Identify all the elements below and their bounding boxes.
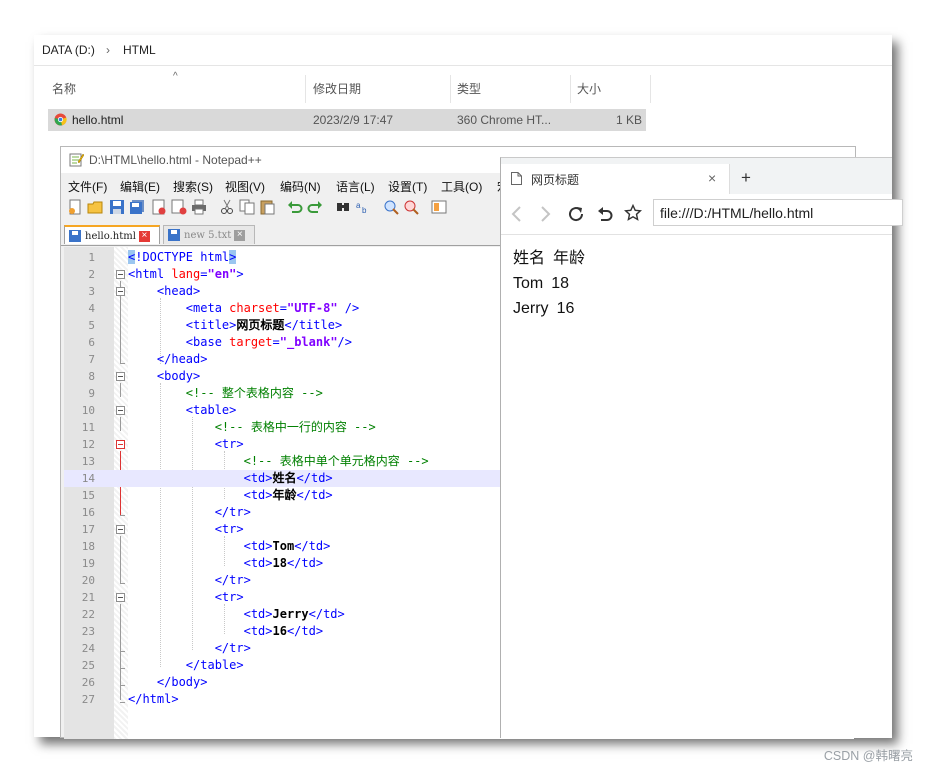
tab-new-5[interactable]: new 5.txt ×: [163, 225, 255, 244]
file-type: 360 Chrome HT...: [457, 113, 552, 127]
table-cell: 18: [551, 275, 570, 292]
back-icon[interactable]: [510, 206, 524, 222]
column-modified[interactable]: 修改日期: [307, 75, 451, 103]
page-icon: [511, 172, 522, 185]
file-size: 1 KB: [616, 113, 643, 127]
close-all-icon[interactable]: [171, 199, 187, 215]
tab-close-icon[interactable]: ×: [138, 231, 150, 242]
undo-icon[interactable]: [287, 199, 303, 215]
breadcrumb-folder[interactable]: HTML: [123, 43, 156, 57]
tab-label: new 5.txt: [184, 230, 232, 241]
replace-icon[interactable]: ab: [355, 199, 371, 215]
saved-file-icon: [69, 230, 81, 242]
tab-close-icon[interactable]: ×: [234, 230, 246, 241]
save-all-icon[interactable]: [129, 199, 145, 215]
fold-collapse-icon[interactable]: [116, 287, 125, 296]
new-file-icon[interactable]: [67, 199, 83, 215]
notepad-title: D:\HTML\hello.html - Notepad++: [89, 153, 262, 167]
menu-encoding[interactable]: 编码(N): [280, 178, 321, 195]
undo-close-icon[interactable]: [596, 205, 614, 223]
table-cell: 年龄: [553, 250, 586, 267]
redo-icon[interactable]: [307, 199, 323, 215]
table-row: 姓名 年龄: [513, 246, 593, 271]
reload-icon[interactable]: [567, 205, 585, 223]
close-file-icon[interactable]: [151, 199, 167, 215]
url-text: file:///D:/HTML/hello.html: [660, 205, 814, 221]
fold-collapse-icon[interactable]: [116, 440, 125, 449]
file-modified: 2023/2/9 17:47: [313, 113, 394, 127]
tab-label: hello.html: [85, 231, 136, 242]
new-tab-icon[interactable]: +: [741, 168, 751, 188]
zoom-in-icon[interactable]: [383, 199, 399, 215]
table-row: Tom 18: [513, 271, 593, 296]
fold-collapse-icon[interactable]: [116, 593, 125, 602]
column-headers: 名称 修改日期 类型 大小: [34, 75, 892, 103]
copy-icon[interactable]: [239, 199, 255, 215]
file-row[interactable]: hello.html 2023/2/9 17:47 360 Chrome HT.…: [48, 109, 646, 131]
cut-icon[interactable]: [219, 199, 235, 215]
tab-hello-html[interactable]: hello.html ×: [64, 225, 160, 244]
browser-window: 网页标题 × + file:///D:/HTML/hello.html 姓名 年龄…: [500, 157, 903, 738]
fold-collapse-icon[interactable]: [116, 270, 125, 279]
address-bar[interactable]: DATA (D:) › HTML: [34, 35, 892, 66]
bookmark-star-icon[interactable]: [624, 204, 642, 222]
menu-tools[interactable]: 工具(O): [441, 178, 482, 195]
column-size[interactable]: 大小: [571, 75, 651, 103]
browser-tab-title: 网页标题: [531, 173, 580, 187]
breadcrumb-drive[interactable]: DATA (D:): [42, 43, 95, 57]
chrome-file-icon: [54, 113, 67, 126]
menu-settings[interactable]: 设置(T): [388, 178, 427, 195]
file-name: hello.html: [72, 113, 124, 127]
browser-toolbar: file:///D:/HTML/hello.html: [501, 194, 903, 235]
zoom-out-icon[interactable]: [403, 199, 419, 215]
fold-collapse-icon[interactable]: [116, 406, 125, 415]
browser-tab[interactable]: 网页标题 ×: [501, 164, 730, 194]
find-icon[interactable]: [335, 199, 351, 215]
menu-search[interactable]: 搜索(S): [173, 178, 213, 195]
menu-view[interactable]: 视图(V): [225, 178, 265, 195]
open-file-icon[interactable]: [87, 199, 103, 215]
saved-file-icon: [168, 229, 180, 241]
sync-scroll-icon[interactable]: [431, 199, 447, 215]
watermark: CSDN @韩曙亮: [823, 749, 913, 763]
forward-icon[interactable]: [538, 206, 552, 222]
fold-collapse-icon[interactable]: [116, 372, 125, 381]
tab-close-icon[interactable]: ×: [708, 170, 716, 186]
menu-edit[interactable]: 编辑(E): [120, 178, 160, 195]
column-type[interactable]: 类型: [451, 75, 571, 103]
table-cell: Jerry: [513, 300, 549, 317]
browser-tab-strip: 网页标题 × +: [501, 158, 892, 194]
breadcrumb-separator: ›: [106, 43, 110, 57]
fold-collapse-icon[interactable]: [116, 525, 125, 534]
paste-icon[interactable]: [259, 199, 275, 215]
table-cell: 姓名: [513, 250, 546, 267]
toolbar: ab: [65, 197, 505, 219]
print-icon[interactable]: [191, 199, 207, 215]
save-icon[interactable]: [109, 199, 125, 215]
table-cell: Tom: [513, 275, 544, 292]
address-bar[interactable]: file:///D:/HTML/hello.html: [653, 199, 903, 226]
column-name[interactable]: 名称: [46, 75, 306, 103]
notepad-app-icon: [69, 153, 84, 167]
menu-language[interactable]: 语言(L): [336, 178, 375, 195]
menu-file[interactable]: 文件(F): [68, 178, 107, 195]
svg-text:a: a: [356, 201, 361, 210]
svg-text:b: b: [362, 206, 367, 215]
table-cell: 16: [556, 300, 575, 317]
page-content: 姓名 年龄 Tom 18 Jerry 16: [513, 246, 593, 321]
table-row: Jerry 16: [513, 296, 593, 321]
